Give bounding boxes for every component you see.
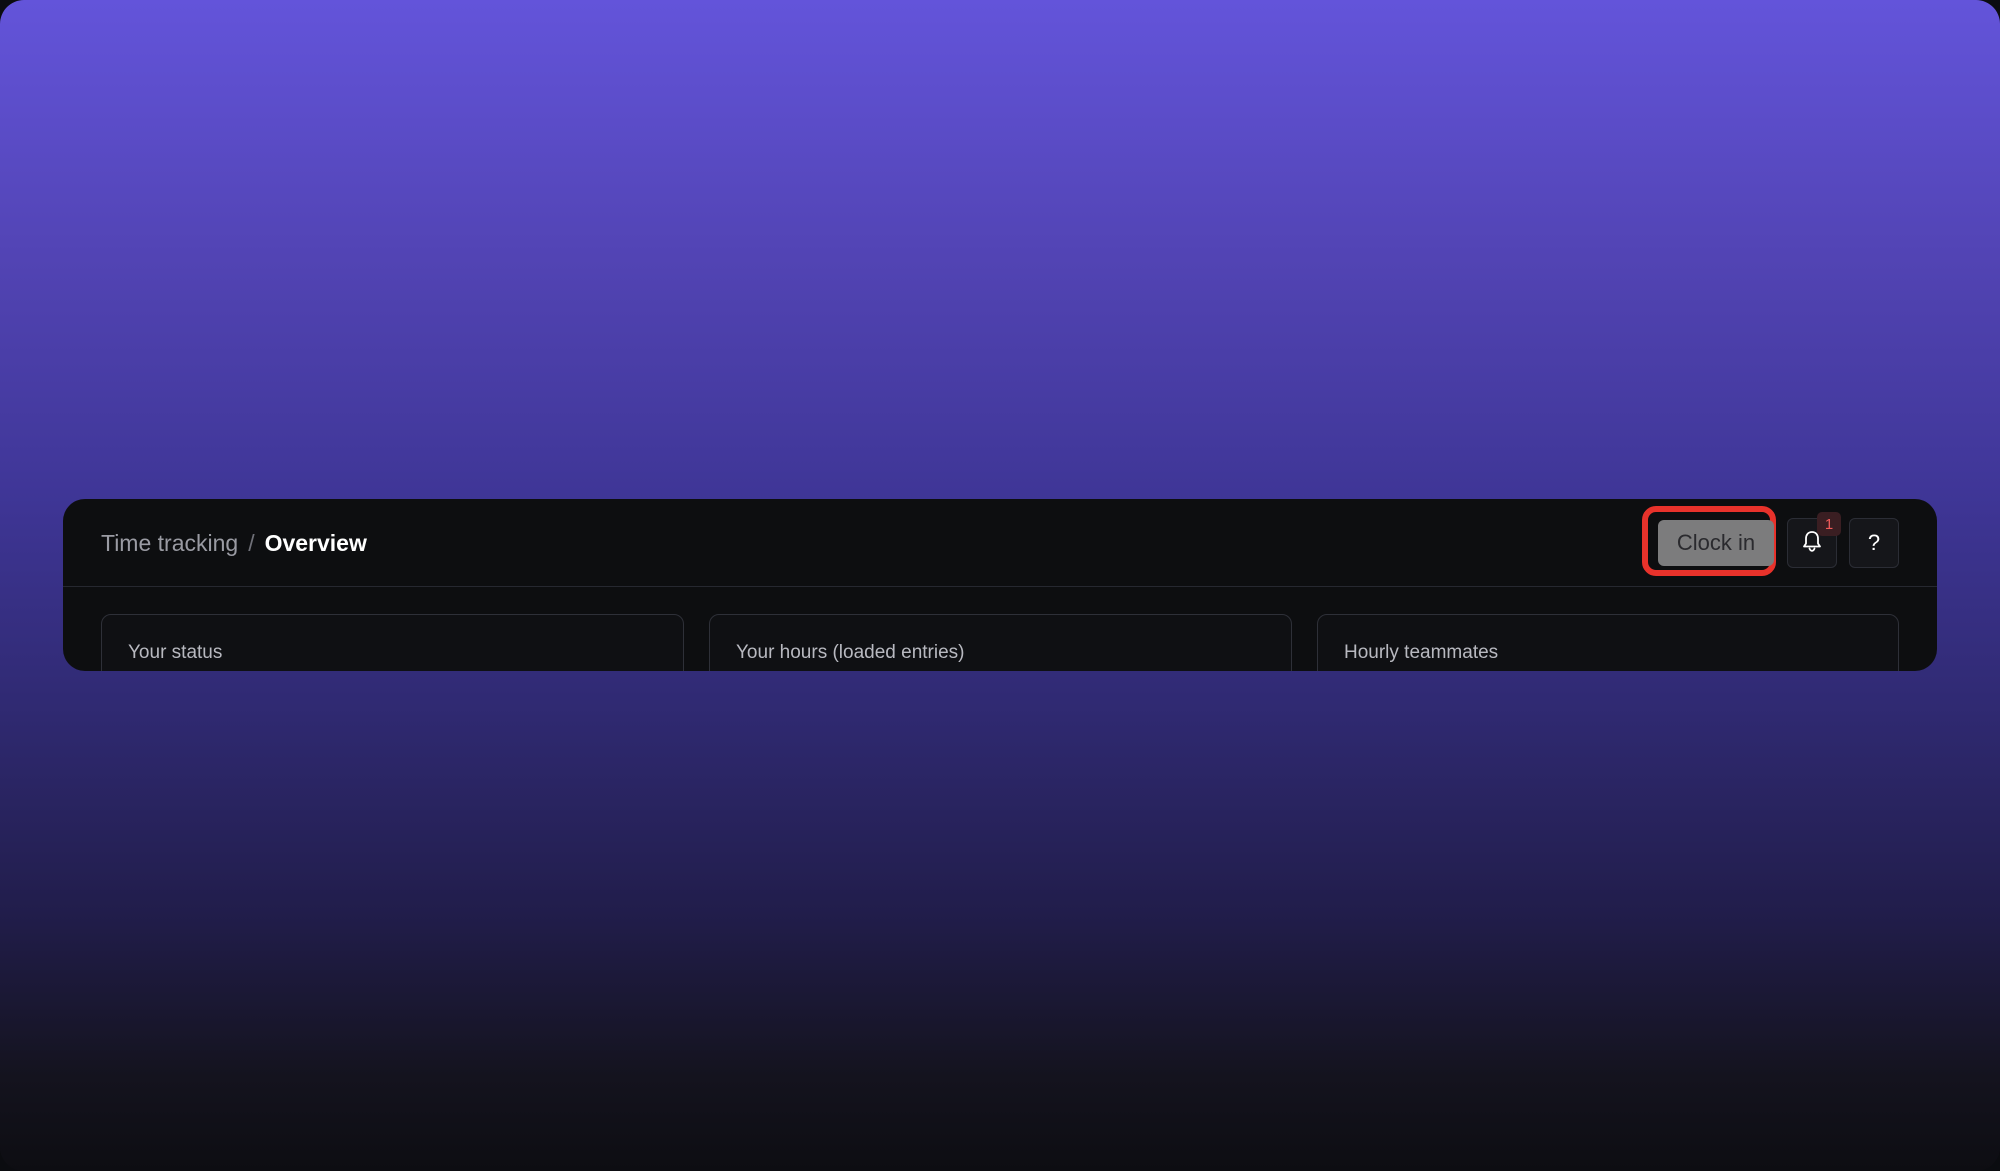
breadcrumb-separator: / <box>248 529 255 556</box>
panel-header: Time tracking / Overview Clock in 1 ? <box>63 499 1937 587</box>
card-title: Your status <box>128 642 223 663</box>
clock-in-button[interactable]: Clock in <box>1658 520 1774 566</box>
notification-count-badge: 1 <box>1817 512 1841 536</box>
your-status-card: Your status <box>101 614 684 671</box>
breadcrumb-current-page: Overview <box>264 529 367 556</box>
breadcrumb: Time tracking / Overview <box>101 525 367 561</box>
help-button[interactable]: ? <box>1849 518 1899 568</box>
time-tracking-panel: Time tracking / Overview Clock in 1 ? Yo… <box>63 499 1937 671</box>
app-screen: Time tracking / Overview Clock in 1 ? Yo… <box>0 0 2000 1171</box>
your-hours-card: Your hours (loaded entries) <box>709 614 1292 671</box>
hourly-teammates-card: Hourly teammates <box>1317 614 1899 671</box>
card-title: Hourly teammates <box>1344 642 1499 663</box>
card-title: Your hours (loaded entries) <box>736 642 965 663</box>
breadcrumb-parent-link[interactable]: Time tracking <box>101 530 238 557</box>
